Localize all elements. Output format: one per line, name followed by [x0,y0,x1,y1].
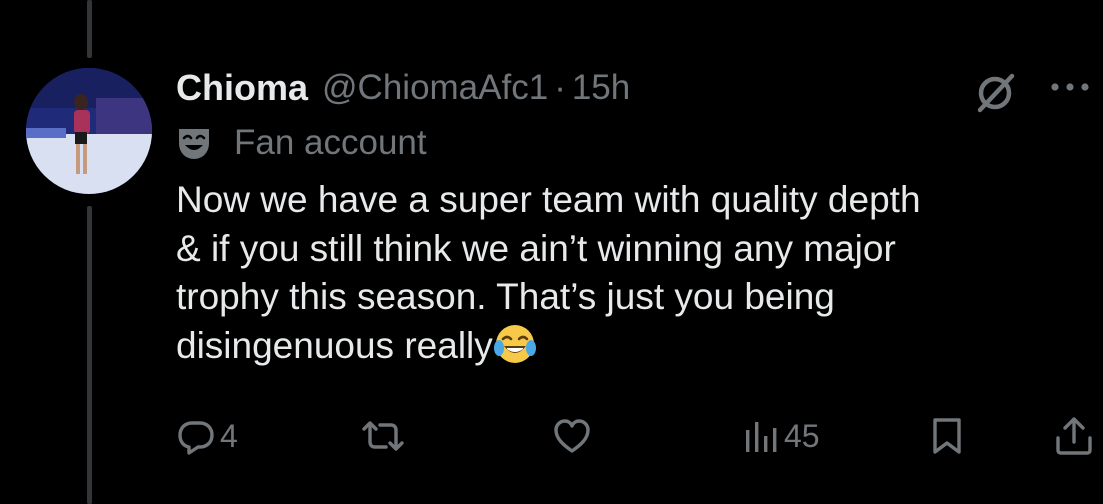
views-icon [746,422,777,452]
separator-dot: · [554,68,566,107]
tweet-actions: 4 45 [0,414,1103,458]
tears-of-joy-emoji [493,322,537,366]
share-button[interactable] [1054,414,1094,458]
bookmark-button[interactable] [930,414,964,458]
like-button[interactable] [552,414,592,458]
thread-connector-top [87,0,92,58]
repost-button[interactable] [360,414,406,458]
display-name[interactable]: Chioma [176,67,308,109]
grok-icon[interactable] [972,70,1018,116]
like-icon [554,419,590,453]
reply-button[interactable]: 4 [176,414,238,458]
thread-connector-bottom [87,206,92,504]
avatar-photo [26,68,152,194]
views-count: 45 [784,417,820,454]
more-options-icon[interactable] [1048,76,1092,98]
timestamp[interactable]: 15h [572,68,630,108]
tweet-header: Chioma @ChiomaAfc1 · 15h [176,64,630,112]
tweet-text-line: & if you still think we ain’t winning an… [176,227,896,269]
reply-icon [178,421,214,455]
theater-mask-icon [176,125,212,161]
tweet-text: Now we have a super team with quality de… [176,176,1076,370]
tweet-text-line: disingenuous really [176,324,493,366]
reply-count: 4 [220,417,238,454]
tweet-text-line: Now we have a super team with quality de… [176,179,921,220]
tweet-text-line-last: disingenuous really [176,322,1076,371]
tweet-text-line: trophy this season. That’s just you bein… [176,276,835,317]
user-handle[interactable]: @ChiomaAfc1 [322,68,548,108]
automated-label: Fan account [176,120,427,166]
share-icon [1056,417,1092,455]
bookmark-icon [933,418,961,454]
views-button[interactable]: 45 [744,414,820,458]
avatar[interactable] [26,68,152,194]
repost-icon [362,421,404,451]
label-text: Fan account [234,123,427,162]
